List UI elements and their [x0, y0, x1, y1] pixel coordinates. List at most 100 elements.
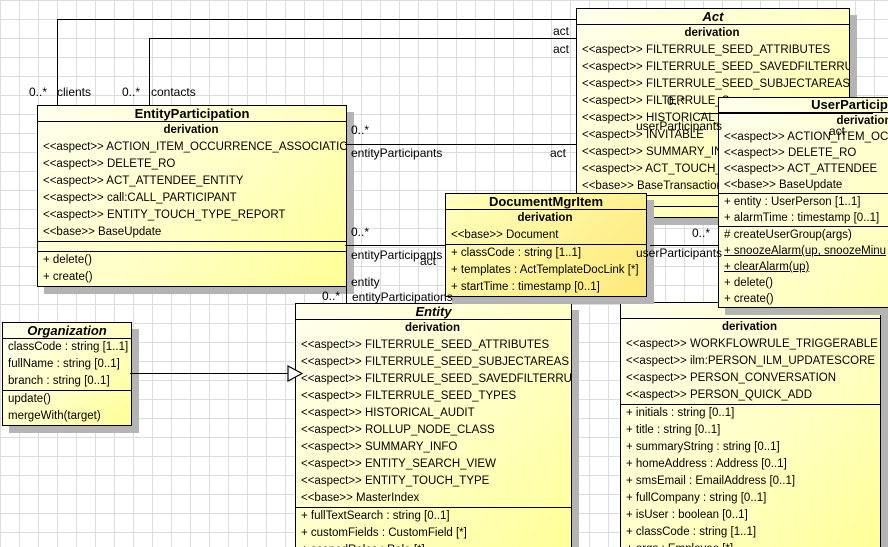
member-row[interactable]: + customFields : CustomField [*] [296, 525, 571, 542]
assoc-clients-horizontal[interactable] [57, 19, 576, 20]
mult-userparticipants-2[interactable]: 0..* [692, 226, 710, 240]
member-row[interactable]: <<aspect>> ENTITY_TOUCH_TYPE_REPORT [38, 207, 346, 224]
class-entity[interactable]: Entityderivation<<aspect>> FILTERRULE_SE… [295, 303, 572, 547]
member-row[interactable]: + isUser : boolean [0..1] [621, 507, 880, 524]
member-row[interactable]: + scopedRoles : Role [*] [296, 542, 571, 547]
role-act-4[interactable]: act [420, 254, 436, 268]
class-entity-participation[interactable]: EntityParticipationderivation<<aspect>> … [37, 105, 347, 287]
assoc-entity-entityparticipations[interactable] [346, 282, 347, 303]
stereotype-compartment-label[interactable]: derivation [621, 319, 880, 336]
member-row[interactable]: + smsEmail : EmailAddress [0..1] [621, 473, 880, 490]
member-row[interactable]: mergeWith(target) [3, 408, 131, 425]
generalization-arrowhead-icon[interactable] [287, 365, 304, 387]
member-row[interactable]: <<aspect>> ACT_ATTENDEE_ENTITY [38, 173, 346, 190]
role-userparticipants-2[interactable]: userParticipants [636, 246, 722, 260]
mult-entityparticipations[interactable]: 0..* [322, 289, 340, 303]
member-row[interactable]: <<base>> BaseUpdate [38, 224, 346, 241]
member-row[interactable]: <<base>> BaseUpdate [719, 177, 888, 193]
role-act-5[interactable]: act [829, 124, 845, 138]
role-userparticipants-1[interactable]: userParticipants [636, 119, 722, 133]
role-entity[interactable]: entity [351, 275, 380, 289]
role-entityparticipations[interactable]: entityParticipations [352, 290, 453, 304]
member-row[interactable]: + classCode : string [1..1] [446, 245, 646, 262]
member-row[interactable]: <<aspect>> FILTERRULE_SEED_ATTRIBUTES [296, 337, 571, 354]
member-row[interactable]: + snoozeAlarm(up, snoozeMinu [719, 243, 888, 259]
member-row[interactable]: + title : string [0..1] [621, 422, 880, 439]
member-row[interactable]: + entity : UserPerson [1..1] [719, 194, 888, 210]
mult-contacts[interactable]: 0..* [122, 85, 140, 99]
class-user-participation[interactable]: UserParticipationderivation<<aspect>> AC… [718, 97, 888, 308]
member-row[interactable]: <<aspect>> ACT_ATTENDEE [719, 161, 888, 177]
member-row[interactable]: <<aspect>> ACTION_ITEM_OCCURRENCE_ASSOCI… [719, 129, 888, 145]
member-row[interactable]: + homeAddress : Address [0..1] [621, 456, 880, 473]
class-organization[interactable]: OrganizationclassCode : string [1..1]ful… [2, 322, 132, 426]
member-row[interactable]: <<aspect>> ACTION_ITEM_OCCURRENCE_ASSOCI… [38, 139, 346, 156]
stereotype-compartment-label[interactable]: derivation [296, 320, 571, 337]
assoc-contacts-horizontal[interactable] [149, 38, 576, 39]
member-row[interactable]: <<aspect>> ENTITY_SEARCH_VIEW [296, 456, 571, 473]
member-row[interactable]: + alarmTime : timestamp [0..1] [719, 210, 888, 226]
generalization-organization-entity[interactable] [130, 373, 288, 374]
member-row[interactable]: + templates : ActTemplateDocLink [*] [446, 262, 646, 279]
member-row[interactable]: <<base>> Document [446, 227, 646, 244]
mult-entityparticipants-1[interactable]: 0..* [351, 123, 369, 137]
member-row[interactable]: + delete() [719, 275, 888, 291]
member-row[interactable]: <<aspect>> ROLLUP_NODE_CLASS [296, 422, 571, 439]
member-row[interactable]: <<aspect>> FILTERRULE_SEED_TYPES [296, 388, 571, 405]
member-row[interactable]: + initials : string [0..1] [621, 405, 880, 422]
member-row[interactable]: + fullCompany : string [0..1] [621, 490, 880, 507]
member-row[interactable]: + startTime : timestamp [0..1] [446, 279, 646, 296]
member-row[interactable]: + summaryString : string [0..1] [621, 439, 880, 456]
assoc-contacts-vertical[interactable] [149, 38, 150, 105]
role-contacts[interactable]: contacts [151, 85, 196, 99]
role-entityparticipants-1[interactable]: entityParticipants [351, 146, 442, 160]
class-document-mgr-item[interactable]: DocumentMgrItemderivation<<base>> Docume… [445, 193, 647, 297]
member-row[interactable]: <<aspect>> ENTITY_TOUCH_TYPE [296, 473, 571, 490]
member-row[interactable]: <<aspect>> FILTERRULE_SEED_ATTRIBUTES [577, 42, 849, 59]
class-compartment: + entity : UserPerson [1..1]+ alarmTime … [719, 193, 888, 226]
member-row[interactable]: <<aspect>> WORKFLOWRULE_TRIGGERABLE [621, 336, 880, 353]
class-compartment: + delete()+ create() [38, 251, 346, 286]
stereotype-compartment-label[interactable]: derivation [577, 25, 849, 42]
member-row[interactable]: <<aspect>> PERSON_CONVERSATION [621, 370, 880, 387]
member-row[interactable]: + create() [719, 291, 888, 307]
mult-clients[interactable]: 0..* [29, 85, 47, 99]
member-row[interactable]: + classCode : string [1..1] [621, 524, 880, 541]
member-row[interactable]: <<aspect>> HISTORICAL_AUDIT [296, 405, 571, 422]
member-row[interactable]: # createUserGroup(args) [719, 227, 888, 243]
uml-diagram-canvas[interactable]: Actderivation<<aspect>> FILTERRULE_SEED_… [0, 0, 888, 547]
role-act-clients-end[interactable]: act [553, 24, 569, 38]
stereotype-compartment-label[interactable]: derivation [719, 113, 888, 129]
member-row[interactable]: + fullTextSearch : string [0..1] [296, 508, 571, 525]
assoc-entityparticipants-doc[interactable] [345, 245, 445, 246]
member-row[interactable]: <<aspect>> PERSON_QUICK_ADD [621, 387, 880, 404]
member-row[interactable]: <<aspect>> DELETE_RO [719, 145, 888, 161]
member-row[interactable]: <<aspect>> FILTERRULE_SEED_SUBJECTAREAS [577, 76, 849, 93]
member-row[interactable]: <<aspect>> SUMMARY_INFO [296, 439, 571, 456]
mult-userparticipants-1[interactable]: 0..* [667, 94, 685, 108]
member-row[interactable]: fullName : string [0..1] [3, 356, 131, 373]
member-row[interactable]: <<aspect>> FILTERRULE_SEED_SUBJECTAREAS [296, 354, 571, 371]
assoc-userparticipants-upper[interactable] [700, 113, 873, 114]
member-row[interactable]: + create() [38, 269, 346, 286]
member-row[interactable]: <<aspect>> FILTERRULE_SEED_SAVEDFILTERRU… [296, 371, 571, 388]
class-person[interactable]: Personderivation<<aspect>> WORKFLOWRULE_… [620, 302, 881, 547]
role-act-contacts-end[interactable]: act [553, 42, 569, 56]
member-row[interactable]: <<aspect>> FILTERRULE_SEED_SAVEDFILTERRU… [577, 59, 849, 76]
assoc-entityparticipants-act[interactable] [345, 144, 576, 145]
member-row[interactable]: + orgs : Employee [*] [621, 541, 880, 547]
member-row[interactable]: update() [3, 391, 131, 408]
member-row[interactable]: classCode : string [1..1] [3, 339, 131, 356]
member-row[interactable]: <<aspect>> DELETE_RO [38, 156, 346, 173]
stereotype-compartment-label[interactable]: derivation [38, 122, 346, 139]
member-row[interactable]: + delete() [38, 252, 346, 269]
stereotype-compartment-label[interactable]: derivation [446, 210, 646, 227]
member-row[interactable]: branch : string [0..1] [3, 373, 131, 390]
member-row[interactable]: + clearAlarm(up) [719, 259, 888, 275]
member-row[interactable]: <<aspect>> ilm:PERSON_ILM_UPDATESCORE [621, 353, 880, 370]
role-clients[interactable]: clients [57, 85, 91, 99]
mult-entityparticipants-2[interactable]: 0..* [351, 225, 369, 239]
role-act-3[interactable]: act [550, 146, 566, 160]
member-row[interactable]: <<aspect>> call:CALL_PARTICIPANT [38, 190, 346, 207]
member-row[interactable]: <<base>> MasterIndex [296, 490, 571, 507]
